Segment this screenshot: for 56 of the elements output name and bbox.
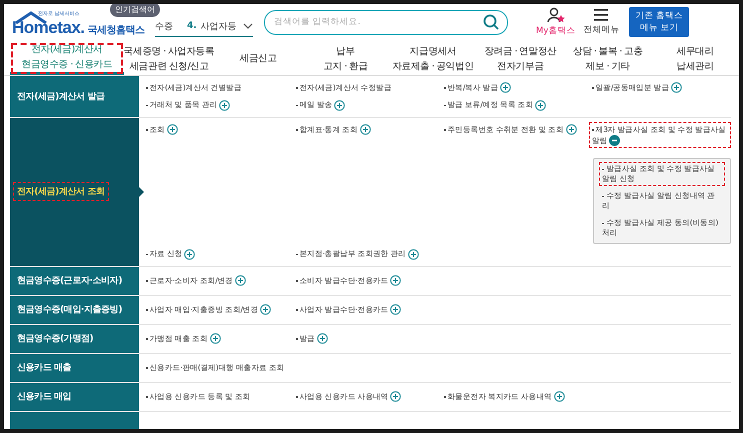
plus-circle-icon <box>671 82 682 94</box>
category-panel[interactable]: 신용카드 매출 <box>10 354 139 382</box>
my-hometax-link[interactable]: My홈택스 <box>536 7 576 37</box>
plus-circle-icon <box>390 275 402 286</box>
all-menu-button[interactable]: 전체메뉴 <box>583 8 620 36</box>
category-panel[interactable]: 전자(세금)계산서 발급 <box>10 76 139 117</box>
plus-circle-icon <box>219 100 230 111</box>
nav-tab[interactable]: 장려금 · 연말정산 전자기부금 <box>476 42 564 75</box>
category-label: 전자(세금)계산서 발급 <box>16 90 106 104</box>
category-label: 신용카드 매출 <box>16 362 72 376</box>
popular-search-badge: 인기검색어 <box>110 4 160 17</box>
category-panel[interactable]: 현금영수증(매입·지출증빙) <box>10 296 139 324</box>
plus-circle-icon <box>408 248 419 260</box>
plus-circle-icon <box>534 100 546 111</box>
category-label: 신용카드 매입 <box>16 391 72 404</box>
plus-circle-icon <box>390 304 402 316</box>
category-label: 현금영수증(근로자·소비자) <box>16 275 124 288</box>
plus-circle-icon <box>184 248 196 260</box>
plus-circle-icon <box>566 124 577 136</box>
legacy-menu-button[interactable]: 기존 홈택스 메뉴 보기 <box>629 7 690 37</box>
plus-circle-icon <box>166 124 178 136</box>
ticker-text: 수증 <box>155 20 173 32</box>
plus-circle-icon <box>234 275 246 286</box>
plus-circle-icon <box>554 391 565 402</box>
plus-circle-icon <box>390 391 402 402</box>
nav-tab[interactable]: 상담 · 불복 · 고충 제보 · 기타 <box>564 42 652 75</box>
popular-search-ticker[interactable]: 수증 4. 사업자등 <box>155 16 253 37</box>
pointer-arrow-icon <box>139 186 144 197</box>
plus-circle-icon <box>210 333 221 344</box>
search-icon <box>483 14 499 30</box>
ticker-rank: 4. <box>187 21 197 31</box>
category-label: 전자(세금)계산서 조회 <box>13 182 109 202</box>
plus-circle-icon <box>260 304 272 316</box>
category-panel[interactable]: 전자(세금)계산서 조회 <box>10 118 139 266</box>
nav-tab[interactable]: 납부 고지 · 환급 <box>302 42 390 75</box>
logo-wordmark[interactable]: Hometax. <box>12 18 85 38</box>
ticker-text: 사업자등 <box>200 20 238 32</box>
category-label: 현금영수증(가맹점) <box>16 333 94 346</box>
logo-name[interactable]: 국세청홈택스 <box>88 22 145 36</box>
category-panel[interactable]: 현금영수증(가맹점) <box>10 324 139 353</box>
nav-tab[interactable]: 세금신고 <box>214 42 302 75</box>
minus-circle-icon <box>609 135 620 146</box>
chevron-down-icon <box>243 23 253 29</box>
user-star-icon <box>546 7 565 23</box>
nav-tab[interactable]: 국세증명 · 사업자등록 세금관련 신청/신고 <box>124 42 214 75</box>
category-label: 현금영수증(매입·지출증빙) <box>16 304 124 318</box>
plus-circle-icon <box>500 82 512 94</box>
menu-icon <box>594 8 608 22</box>
nav-tab[interactable]: 지급명세서 자료제출 · 공익법인 <box>389 42 477 75</box>
plus-circle-icon <box>316 333 328 344</box>
category-panel[interactable]: 현금영수증(근로자·소비자) <box>10 266 139 295</box>
search-field[interactable]: 검색어를 입력하세요. <box>264 10 508 34</box>
category-panel[interactable]: 신용카드 매입 <box>10 382 139 411</box>
plus-circle-icon <box>360 124 371 136</box>
nav-tab[interactable]: 세무대리 납세관리 <box>652 42 739 75</box>
plus-circle-icon <box>334 100 346 111</box>
